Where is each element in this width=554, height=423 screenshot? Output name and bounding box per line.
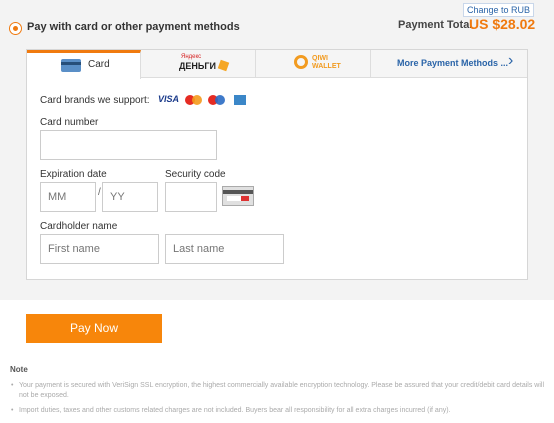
expiration-month-input[interactable] (40, 182, 96, 212)
change-currency-link[interactable]: Change to RUB (463, 3, 535, 17)
payment-total-label: Payment Total (398, 19, 473, 31)
more-methods-label: More Payment Methods ... (397, 58, 509, 68)
tab-qiwi-wallet[interactable]: QIWI WALLET (256, 50, 371, 78)
mastercard-icon (185, 95, 203, 105)
security-code-input[interactable] (165, 182, 217, 212)
qiwi-logo-icon (294, 55, 308, 69)
yandex-logo-small: Яндекс (181, 54, 202, 60)
cvv-hint-icon (222, 186, 254, 206)
note-item-ssl: Your payment is secured with VeriSign SS… (11, 381, 549, 401)
visa-icon: VISA (158, 94, 180, 104)
payment-section: Pay with card or other payment methods C… (0, 0, 554, 300)
tab-yandex-money[interactable]: Яндекс ДЕНЬГИ (141, 50, 256, 78)
expiration-date-label: Expiration date (40, 169, 107, 180)
first-name-input[interactable] (40, 234, 159, 264)
yandex-wallet-icon (217, 59, 230, 72)
expiration-year-input[interactable] (102, 182, 158, 212)
card-number-input[interactable] (40, 130, 217, 160)
note-item-duties: Import duties, taxes and other customs r… (11, 406, 549, 416)
note-title: Note (10, 365, 28, 374)
payment-method-title: Pay with card or other payment methods (27, 21, 240, 33)
tab-card[interactable]: Card (27, 50, 141, 79)
qiwi-logo-text: QIWI (312, 55, 328, 62)
maestro-icon (208, 95, 226, 105)
tab-card-label: Card (88, 59, 110, 70)
credit-card-icon (61, 59, 81, 72)
yandex-logo-text: ДЕНЬГИ (179, 61, 216, 71)
expiration-separator: / (98, 187, 101, 198)
payment-total-value: US $28.02 (469, 16, 536, 32)
tab-more-payment-methods[interactable]: More Payment Methods ... › (371, 50, 527, 78)
chevron-right-icon: › (508, 52, 514, 69)
qiwi-logo-subtext: WALLET (312, 63, 341, 70)
last-name-input[interactable] (165, 234, 284, 264)
pay-now-button[interactable]: Pay Now (26, 314, 162, 343)
card-brands-label: Card brands we support: (40, 95, 150, 106)
payment-tabs: Card Яндекс ДЕНЬГИ QIWI WALLET More Paym… (27, 50, 527, 79)
cardholder-name-label: Cardholder name (40, 221, 118, 232)
payment-method-radio[interactable] (9, 22, 22, 35)
amex-icon (234, 95, 246, 105)
payment-panel: Card Яндекс ДЕНЬГИ QIWI WALLET More Paym… (26, 49, 528, 280)
card-number-label: Card number (40, 117, 99, 128)
security-code-label: Security code (165, 169, 226, 180)
